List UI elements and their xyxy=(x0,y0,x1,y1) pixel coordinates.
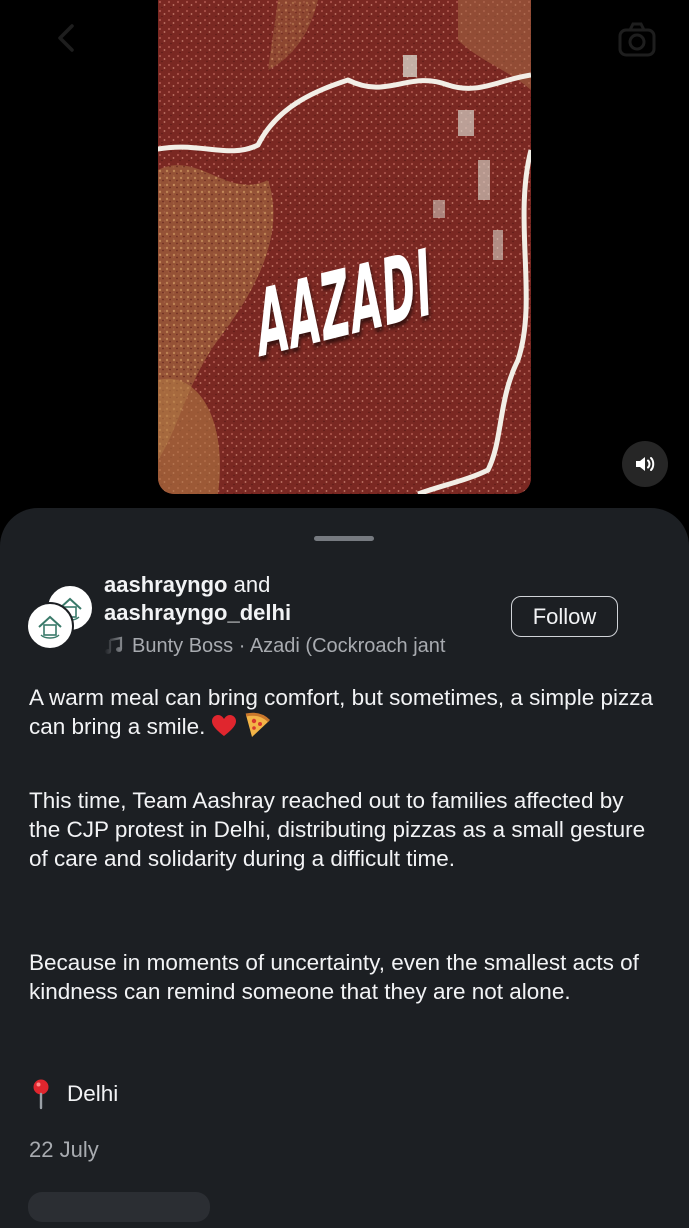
reel-video[interactable]: AAZADI xyxy=(158,0,531,494)
location-pin-icon xyxy=(33,1079,49,1110)
sheet-drag-handle[interactable] xyxy=(314,536,374,541)
avatar[interactable] xyxy=(26,602,74,650)
location-tag[interactable]: Delhi xyxy=(29,1078,118,1110)
caption-paragraph: This time, Team Aashray reached out to f… xyxy=(29,788,646,871)
author-line: aashrayngo and xyxy=(104,572,270,598)
camera-icon[interactable] xyxy=(615,18,659,62)
post-date: 22 July xyxy=(29,1137,99,1162)
author-username[interactable]: aashrayngo xyxy=(104,572,228,597)
pizza-emoji xyxy=(243,712,271,745)
mute-button[interactable] xyxy=(622,441,668,487)
location-text: Delhi xyxy=(67,1081,119,1106)
music-note-icon xyxy=(105,636,123,654)
caption-paragraph: Because in moments of uncertainty, even … xyxy=(29,950,639,1004)
author-username[interactable]: aashrayngo_delhi xyxy=(104,600,291,626)
comment-input-pill[interactable] xyxy=(28,1192,210,1222)
follow-button[interactable]: Follow xyxy=(511,596,618,637)
chevron-left-icon[interactable] xyxy=(48,18,88,58)
reel-artwork xyxy=(158,0,531,494)
heart-emoji xyxy=(211,714,237,745)
music-attribution[interactable]: Bunty Boss · Azadi (Cockroach jant xyxy=(104,633,490,659)
aashray-logo-icon xyxy=(38,615,62,639)
speaker-icon xyxy=(636,457,655,471)
music-text: Bunty Boss · Azadi (Cockroach jant xyxy=(132,634,446,657)
caption-paragraph: A warm meal can bring comfort, but somet… xyxy=(29,683,659,745)
author-connector: and xyxy=(233,572,271,597)
caption-text: A warm meal can bring comfort, but somet… xyxy=(29,685,653,739)
